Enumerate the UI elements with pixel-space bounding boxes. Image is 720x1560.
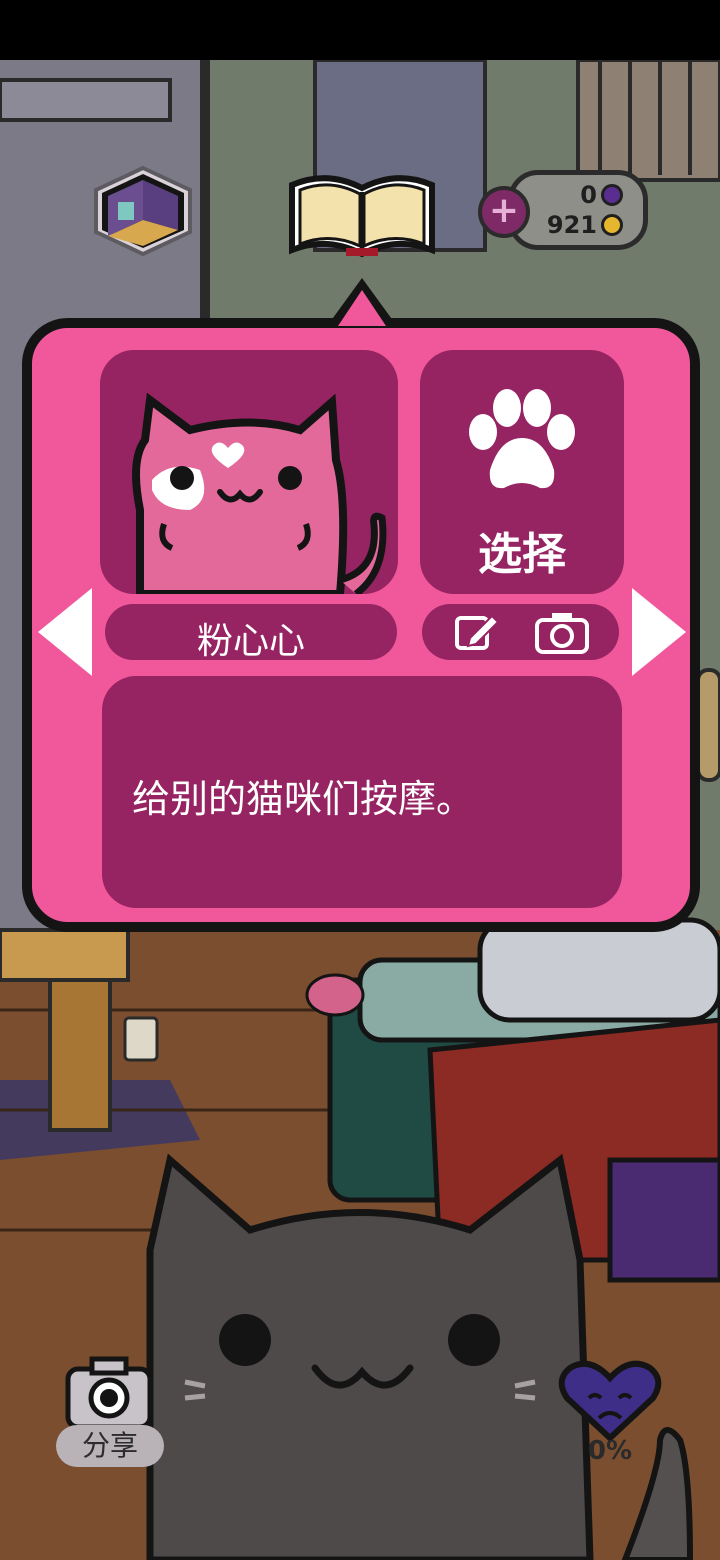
- add-currency-button[interactable]: +: [478, 186, 530, 238]
- coin-icon: [601, 214, 623, 236]
- mood-meter[interactable]: 0%: [555, 1360, 665, 1475]
- coin-count: 921: [546, 211, 597, 239]
- next-cat-arrow[interactable]: [632, 588, 686, 676]
- cat-portrait: [100, 350, 398, 594]
- panel-pointer-fill: [338, 290, 386, 326]
- select-label: 选择: [478, 529, 566, 580]
- select-cat-button[interactable]: 选择: [420, 350, 624, 594]
- cat-description-box: 给别的猫咪们按摩。: [102, 676, 622, 908]
- camera-icon: [65, 1356, 153, 1430]
- mood-percent: 0%: [587, 1436, 633, 1466]
- share-label: 分享: [56, 1425, 164, 1467]
- camera-icon[interactable]: [534, 610, 590, 654]
- room-icon: [94, 165, 192, 257]
- cat-name: 粉心心: [196, 621, 305, 662]
- share-button[interactable]: 分享: [56, 1355, 166, 1475]
- coin-row: 921: [547, 211, 623, 239]
- cat-tools-bar: [422, 604, 619, 660]
- sad-heart-icon: [558, 1360, 662, 1442]
- book-icon: [289, 175, 435, 258]
- cat-name-bar: 粉心心: [105, 604, 397, 662]
- gem-icon: [601, 184, 623, 206]
- pink-cat-image: [132, 392, 387, 594]
- room-button[interactable]: [88, 160, 198, 260]
- previous-cat-arrow[interactable]: [38, 588, 92, 676]
- status-bar: [0, 0, 720, 60]
- gem-row: 0: [580, 181, 623, 209]
- catalog-book-button[interactable]: [282, 170, 442, 260]
- edit-icon[interactable]: [454, 612, 500, 652]
- cat-description: 给别的猫咪们按摩。: [132, 777, 475, 821]
- gem-count: 0: [580, 181, 597, 209]
- paw-icon: [469, 389, 575, 489]
